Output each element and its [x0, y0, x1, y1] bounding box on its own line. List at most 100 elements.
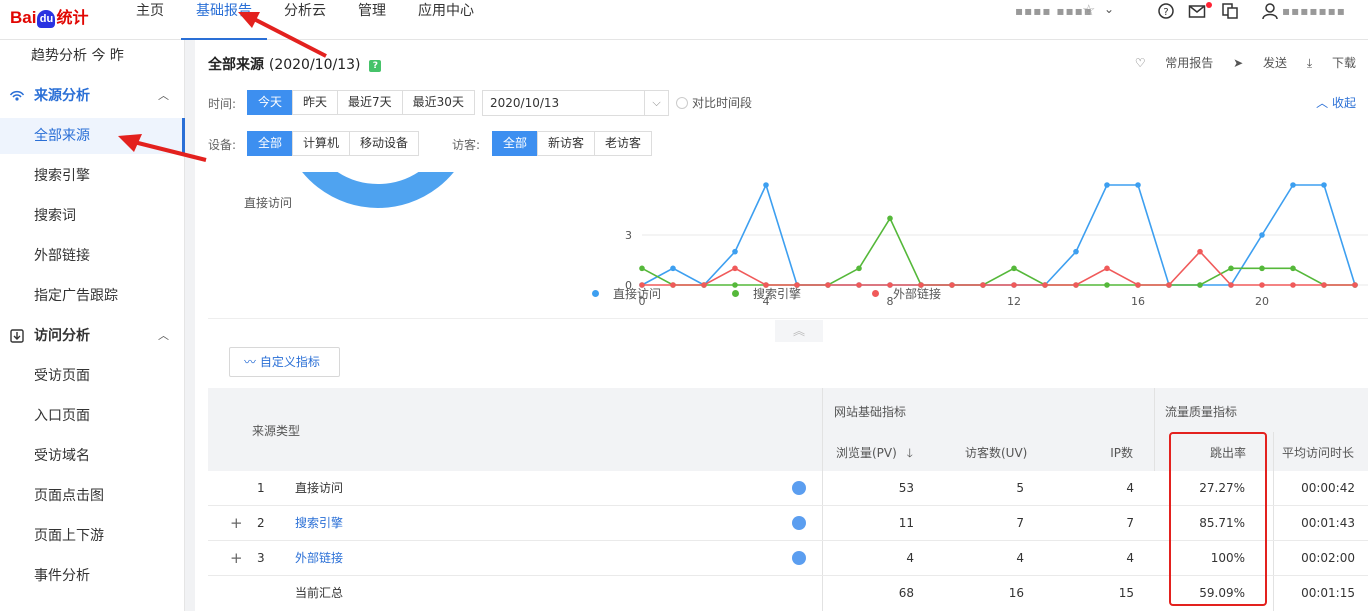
data-point[interactable]	[732, 265, 738, 272]
user-icon[interactable]	[1261, 2, 1279, 20]
data-point[interactable]	[1259, 282, 1265, 288]
expand-plus-icon[interactable]: +	[230, 549, 243, 567]
chevron-down-icon[interactable]: ⌄	[1104, 2, 1114, 16]
legend-external[interactable]: 外部链接	[872, 285, 941, 302]
star-icon[interactable]: ☆	[1082, 1, 1095, 19]
time-yesterday-button[interactable]: 昨天	[292, 90, 339, 115]
trend-chart-icon[interactable]	[792, 516, 806, 530]
sidebar-item-visited-pages[interactable]: 受访页面	[0, 358, 185, 394]
sidebar-item-click-map[interactable]: 页面点击图	[0, 478, 185, 514]
column-pv-header[interactable]: 浏览量(PV) 🡓	[836, 444, 913, 465]
help-badge-icon[interactable]: ?	[369, 60, 382, 72]
send-button[interactable]: ➤ 发送	[1233, 56, 1287, 70]
expand-plus-icon[interactable]: +	[230, 514, 243, 532]
collapse-filters-button[interactable]: ︿ 收起	[1316, 94, 1356, 111]
data-point[interactable]	[825, 282, 831, 288]
data-point[interactable]	[1321, 282, 1327, 288]
compare-checkbox[interactable]	[676, 97, 688, 109]
data-point[interactable]	[1135, 182, 1141, 188]
data-point[interactable]	[856, 282, 862, 288]
data-point[interactable]	[1042, 282, 1048, 288]
visitor-new-button[interactable]: 新访客	[537, 131, 596, 156]
time-today-button[interactable]: 今天	[247, 90, 294, 115]
data-point[interactable]	[1073, 282, 1079, 288]
sidebar-item-visited-domains[interactable]: 受访域名	[0, 438, 185, 474]
sidebar-item-search-terms[interactable]: 搜索词	[0, 198, 185, 234]
data-point[interactable]	[1290, 182, 1296, 188]
data-point[interactable]	[1011, 282, 1017, 288]
help-icon[interactable]: ?	[1157, 2, 1175, 20]
data-point[interactable]	[1228, 265, 1234, 272]
device-all-button[interactable]: 全部	[247, 131, 294, 156]
date-picker[interactable]: 2020/10/13 ⌵	[482, 90, 669, 116]
data-point[interactable]	[1197, 282, 1203, 288]
row-source-link[interactable]: 外部链接	[295, 541, 343, 576]
data-point[interactable]	[949, 282, 955, 288]
row-source-name[interactable]: 直接访问	[295, 471, 343, 506]
legend-search[interactable]: 搜索引擎	[732, 285, 801, 302]
data-point[interactable]	[1259, 265, 1265, 272]
data-point[interactable]	[1259, 232, 1265, 238]
data-point[interactable]	[1073, 248, 1079, 255]
compare-label: 对比时间段	[692, 96, 753, 110]
data-point[interactable]	[732, 248, 738, 255]
sidebar-item-events[interactable]: 事件分析	[0, 558, 185, 594]
sidebar-group-visit[interactable]: 访问分析 ︿	[0, 318, 185, 354]
nav-manage[interactable]: 管理	[358, 0, 386, 40]
username[interactable]: ▪▪▪▪▪▪▪	[1282, 4, 1346, 18]
data-point[interactable]	[1104, 282, 1110, 288]
download-button[interactable]: ⤓ 下载	[1307, 56, 1356, 70]
data-point[interactable]	[701, 282, 707, 288]
data-point[interactable]	[980, 282, 986, 288]
donut-chart-arc[interactable]	[295, 172, 462, 208]
data-point[interactable]	[1104, 265, 1110, 272]
compare-period-toggle[interactable]: 对比时间段	[676, 94, 752, 111]
sidebar-group-source[interactable]: 来源分析 ︿	[0, 78, 185, 114]
data-point[interactable]	[1290, 265, 1296, 272]
data-point[interactable]	[1104, 182, 1110, 188]
column-uv-header[interactable]: 访客数(UV)	[965, 444, 1027, 461]
data-point[interactable]	[856, 265, 862, 272]
sidebar-item-ad-tracking[interactable]: 指定广告跟踪	[0, 278, 185, 314]
sidebar-item-trend[interactable]: 趋势分析 今 昨	[0, 38, 185, 74]
data-point[interactable]	[763, 182, 769, 188]
favorite-report-button[interactable]: ♡ 常用报告	[1135, 56, 1214, 70]
legend-direct-label: 直接访问	[613, 287, 662, 301]
nav-app-center[interactable]: 应用中心	[418, 0, 474, 40]
trend-chart-icon[interactable]	[792, 481, 806, 495]
sort-down-icon[interactable]: 🡓	[907, 446, 913, 460]
column-ip-header[interactable]: IP数	[1110, 444, 1133, 461]
trend-chart-icon[interactable]	[792, 551, 806, 565]
device-mobile-button[interactable]: 移动设备	[349, 131, 420, 156]
data-point[interactable]	[670, 265, 676, 272]
data-point[interactable]	[1290, 282, 1296, 288]
nav-home[interactable]: 主页	[136, 0, 164, 40]
data-point[interactable]	[1197, 248, 1203, 255]
data-point[interactable]	[1321, 182, 1327, 188]
column-avg-duration-header[interactable]: 平均访问时长	[1282, 444, 1354, 461]
time-7days-button[interactable]: 最近7天	[337, 90, 403, 115]
data-point[interactable]	[887, 215, 893, 222]
chart-expand-toggle[interactable]: ︽	[775, 320, 823, 342]
data-point[interactable]	[1352, 282, 1358, 288]
data-point[interactable]	[670, 282, 676, 288]
data-point[interactable]	[639, 265, 645, 272]
data-point[interactable]	[1011, 265, 1017, 272]
copy-icon[interactable]	[1221, 2, 1239, 20]
mail-icon[interactable]	[1188, 2, 1206, 20]
chevron-down-icon[interactable]: ⌵	[644, 91, 668, 115]
row-source-link[interactable]: 搜索引擎	[295, 506, 343, 541]
sidebar-item-page-flow[interactable]: 页面上下游	[0, 518, 185, 554]
sidebar-item-entry-pages[interactable]: 入口页面	[0, 398, 185, 434]
custom-metric-button[interactable]: 〰 自定义指标	[229, 347, 340, 377]
visitor-returning-button[interactable]: 老访客	[594, 131, 653, 156]
visitor-all-button[interactable]: 全部	[492, 131, 539, 156]
device-computer-button[interactable]: 计算机	[292, 131, 351, 156]
sidebar-item-external-links[interactable]: 外部链接	[0, 238, 185, 274]
data-point[interactable]	[1228, 282, 1234, 288]
legend-direct[interactable]: 直接访问	[592, 285, 661, 302]
data-point[interactable]	[1135, 282, 1141, 288]
time-30days-button[interactable]: 最近30天	[401, 90, 475, 115]
data-point[interactable]	[1166, 282, 1172, 288]
baidu-tongji-logo[interactable]: Bai du 统计	[10, 4, 88, 28]
